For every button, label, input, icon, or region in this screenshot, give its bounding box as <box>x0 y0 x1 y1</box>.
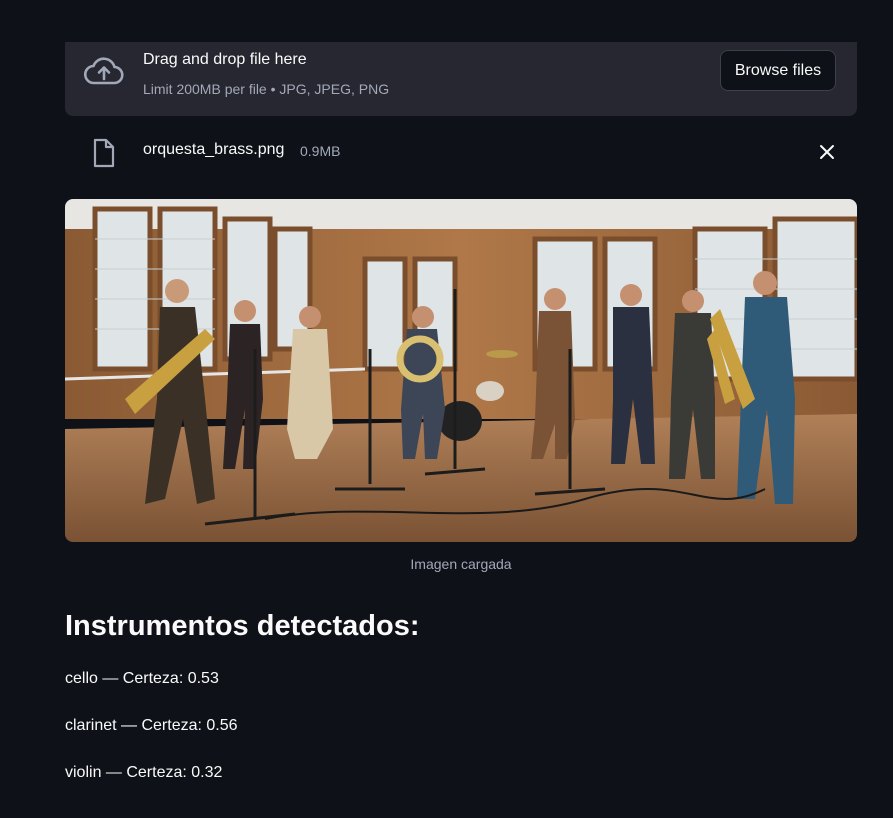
cloud-upload-icon <box>83 56 125 88</box>
uploaded-file-row: orquesta_brass.png 0.9MB <box>65 128 857 174</box>
uploaded-image <box>65 199 857 542</box>
file-size: 0.9MB <box>300 143 341 159</box>
dropzone-limits: Limit 200MB per file • JPG, JPEG, PNG <box>143 81 390 97</box>
results-heading: Instrumentos detectados: <box>65 610 420 642</box>
file-dropzone[interactable]: Drag and drop file here Limit 200MB per … <box>65 42 857 116</box>
browse-files-button[interactable]: Browse files <box>720 50 836 91</box>
result-item-cello: cello — Certeza: 0.53 <box>65 670 219 687</box>
dropzone-title: Drag and drop file here <box>143 51 307 68</box>
image-caption: Imagen cargada <box>410 556 512 572</box>
remove-file-button[interactable] <box>815 140 839 164</box>
result-item-clarinet: clarinet — Certeza: 0.56 <box>65 717 238 734</box>
file-icon <box>92 138 116 168</box>
file-name: orquesta_brass.png <box>143 141 285 158</box>
app-page: Drag and drop file here Limit 200MB per … <box>0 0 893 818</box>
result-item-violin: violin — Certeza: 0.32 <box>65 764 223 781</box>
close-icon <box>820 145 834 159</box>
